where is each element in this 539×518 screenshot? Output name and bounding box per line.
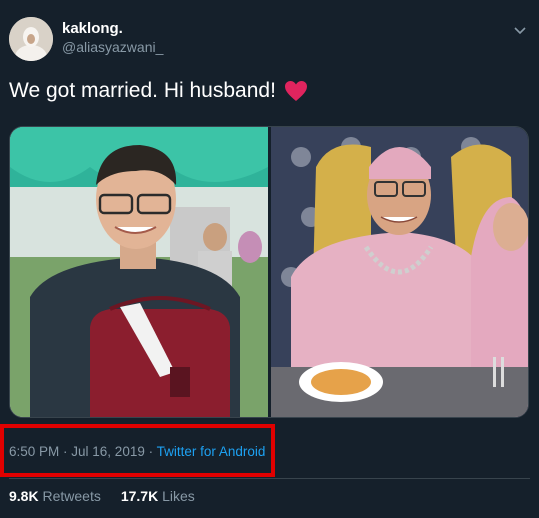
meta-separator: · xyxy=(144,444,157,459)
meta-separator: · xyxy=(59,444,72,459)
divider xyxy=(9,478,530,479)
media-grid xyxy=(9,126,529,418)
author-handle[interactable]: @aliasyazwani_ xyxy=(62,39,163,55)
likes-count: 17.7K xyxy=(120,488,159,504)
retweets-label: Retweets xyxy=(42,488,101,504)
wedding-photo-groom[interactable] xyxy=(10,127,268,417)
tweet-body: We got married. Hi husband! xyxy=(9,79,276,102)
chevron-down-icon[interactable] xyxy=(512,22,528,38)
tweet-metadata: 6:50 PM · Jul 16, 2019 · Twitter for And… xyxy=(9,444,265,459)
tweet-source-link[interactable]: Twitter for Android xyxy=(157,444,266,459)
likes-stat[interactable]: 17.7K Likes xyxy=(121,488,195,504)
tweet-stats: 9.8K Retweets 17.7K Likes xyxy=(9,488,195,504)
heart-emoji xyxy=(284,80,308,102)
author-display-name[interactable]: kaklong. xyxy=(62,20,123,37)
retweets-stat[interactable]: 9.8K Retweets xyxy=(9,488,101,504)
tweet-time[interactable]: 6:50 PM xyxy=(9,444,59,459)
tweet-text: We got married. Hi husband! xyxy=(9,79,308,103)
author-avatar[interactable] xyxy=(9,17,53,61)
retweets-count: 9.8K xyxy=(9,488,39,504)
wedding-photo-couple[interactable] xyxy=(271,127,528,417)
likes-label: Likes xyxy=(162,488,195,504)
tweet-date[interactable]: Jul 16, 2019 xyxy=(71,444,145,459)
